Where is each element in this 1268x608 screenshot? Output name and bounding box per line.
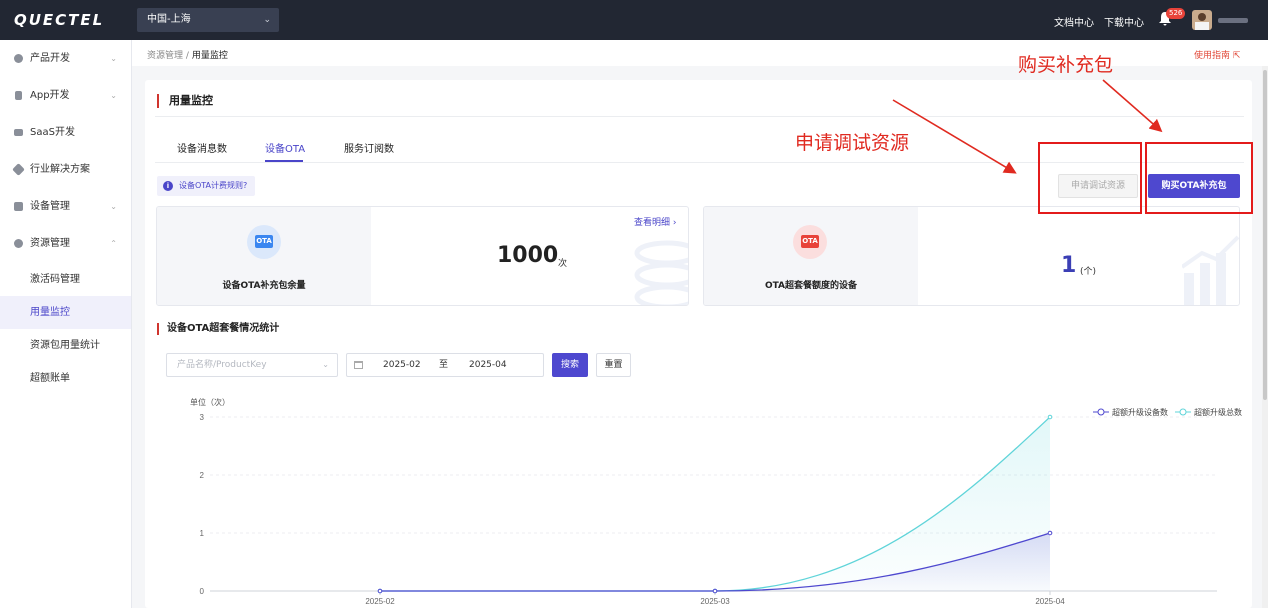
- scrollbar-thumb[interactable]: [1263, 70, 1267, 400]
- page-scrollbar[interactable]: [1262, 66, 1268, 608]
- annotation-arrows: [892, 79, 1163, 174]
- arrow-buy: [1102, 79, 1163, 133]
- arrow-apply: [892, 99, 1017, 174]
